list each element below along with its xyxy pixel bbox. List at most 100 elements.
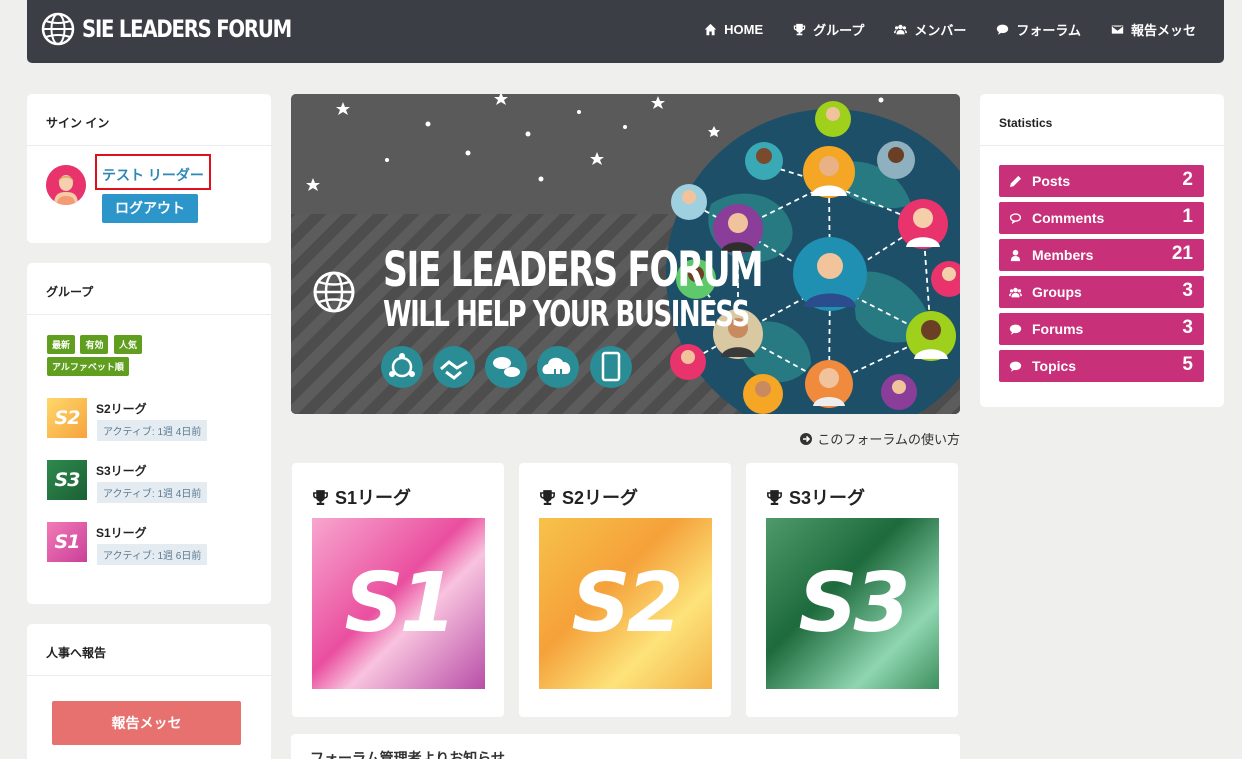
globe-icon [41,12,75,46]
statistics-panel: Statistics Posts 2 Comments 1 Members 21… [980,94,1224,407]
report-panel: 人事へ報告 報告メッセ [27,624,271,759]
envelope-icon [1111,25,1124,34]
group-activity: アクティブ: 1週 6日前 [97,544,208,565]
hero-banner: SIE LEADERS FORUM WILL HELP YOUR BUSINES… [291,94,960,414]
group-thumb[interactable]: S2 [47,398,87,438]
league-title-text: S3リーグ [789,488,866,508]
group-name[interactable]: S2リーグ [96,400,147,417]
signin-title: サイン イン [27,94,271,146]
stat-groups[interactable]: Groups 3 [999,276,1204,308]
logo-text: SIE LEADERS FORUM [82,15,292,43]
groups-title: グループ [27,263,271,315]
report-title: 人事へ報告 [27,624,271,676]
group-item[interactable]: S2 S2リーグ アクティブ: 1週 4日前 [47,398,267,441]
nav-groups-label: グループ [813,23,865,38]
league-image[interactable]: S1 [312,518,485,689]
nav-home-label: HOME [724,22,764,37]
top-navbar: SIE LEADERS FORUM HOME グループ メンバー フォーラム 報… [27,0,1224,63]
league-title[interactable]: S1リーグ [312,484,411,510]
filter-active[interactable]: 有効 [80,335,109,354]
league-image-text: S3 [798,556,910,651]
stat-value: 5 [1182,354,1193,375]
stat-value: 2 [1182,169,1193,190]
group-thumb[interactable]: S3 [47,460,87,500]
league-title[interactable]: S2リーグ [539,484,638,510]
stat-value: 3 [1182,280,1193,301]
stat-label: Comments [1032,210,1105,226]
stat-forums[interactable]: Forums 3 [999,313,1204,345]
group-item[interactable]: S3 S3リーグ アクティブ: 1週 4日前 [47,460,267,503]
league-card-s1: S1リーグ S1 [292,463,504,717]
league-card-s2: S2リーグ S2 [519,463,731,717]
nav-home[interactable]: HOME [704,20,763,39]
stat-value: 3 [1182,317,1193,338]
signin-panel: サイン イン テスト リーダー ログアウト [27,94,271,243]
trophy-icon [767,489,782,505]
pencil-icon [1009,175,1022,188]
group-item[interactable]: S1 S1リーグ アクティブ: 1週 6日前 [47,522,267,565]
filter-newest[interactable]: 最新 [47,335,76,354]
group-activity: アクティブ: 1週 4日前 [97,420,208,441]
trophy-icon [540,489,555,505]
group-thumb[interactable]: S1 [47,522,87,562]
user-icon [1010,249,1021,262]
stat-value: 1 [1182,206,1193,227]
stat-label: Forums [1032,321,1084,337]
chat-icon [1009,361,1022,372]
stat-label: Members [1032,247,1094,263]
stat-label: Topics [1032,358,1077,374]
groups-panel: グループ 最新 有効 人気 アルファベット順 S2 S2リーグ アクティブ: 1… [27,263,271,604]
arrow-circle-icon [800,432,813,445]
nav-forums[interactable]: フォーラム [996,20,1081,39]
main-nav: HOME グループ メンバー フォーラム 報告メッセ [704,20,1196,39]
league-title-text: S1リーグ [335,488,412,508]
group-activity: アクティブ: 1週 4日前 [97,482,208,503]
nav-members-label: メンバー [914,23,967,38]
stat-label: Posts [1032,173,1071,189]
help-link-label: このフォーラムの使い方 [817,432,960,447]
chat-icon [997,24,1009,35]
stat-comments[interactable]: Comments 1 [999,202,1204,234]
nav-forums-label: フォーラム [1016,23,1081,38]
nav-report-label: 報告メッセ [1130,23,1196,38]
league-image-text: S2 [571,556,683,651]
site-logo[interactable]: SIE LEADERS FORUM [41,12,337,46]
nav-report[interactable]: 報告メッセ [1111,20,1196,39]
notice-title: フォーラム管理者よりお知らせ [310,750,506,759]
league-title-text: S2リーグ [562,488,639,508]
comment-icon [1009,213,1022,225]
league-image[interactable]: S2 [539,518,712,689]
stat-members[interactable]: Members 21 [999,239,1204,271]
banner-headline: SIE LEADERS FORUM [383,242,764,298]
user-name-link[interactable]: テスト リーダー [95,154,211,190]
help-link[interactable]: このフォーラムの使い方 [800,429,960,448]
home-icon [704,23,717,36]
logout-button[interactable]: ログアウト [102,194,198,223]
league-title[interactable]: S3リーグ [766,484,865,510]
league-card-s3: S3リーグ S3 [746,463,958,717]
stat-topics[interactable]: Topics 5 [999,350,1204,382]
filter-alphabetical[interactable]: アルファベット順 [47,357,129,376]
chat-icon [1009,324,1022,335]
league-image-text: S1 [344,556,456,651]
group-filters: 最新 有効 人気 アルファベット順 [47,335,247,379]
stat-value: 21 [1171,243,1193,264]
notice-panel: フォーラム管理者よりお知らせ [291,734,960,759]
filter-popular[interactable]: 人気 [113,335,142,354]
stat-label: Groups [1032,284,1082,300]
nav-members[interactable]: メンバー [894,20,966,39]
trophy-icon [793,23,806,36]
league-image[interactable]: S3 [766,518,939,689]
stat-posts[interactable]: Posts 2 [999,165,1204,197]
trophy-icon [313,489,328,505]
users-icon [1009,287,1022,298]
banner-subline: WILL HELP YOUR BUSINESS [383,294,750,335]
group-name[interactable]: S1リーグ [96,524,147,541]
user-avatar-icon [46,165,86,205]
users-icon [894,24,908,35]
report-button[interactable]: 報告メッセ [52,701,241,745]
nav-groups[interactable]: グループ [793,20,864,39]
statistics-title: Statistics [980,94,1224,146]
group-name[interactable]: S3リーグ [96,462,147,479]
avatar[interactable] [46,165,86,205]
